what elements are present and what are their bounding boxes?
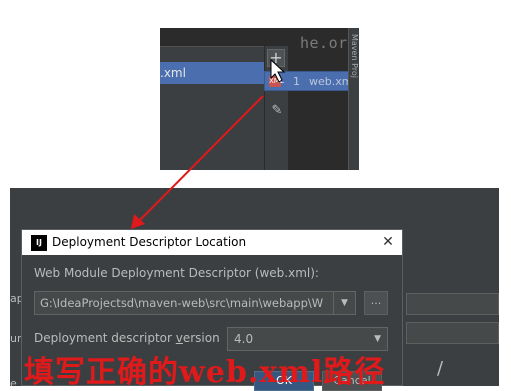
version-label-suffix: ersion [182, 331, 220, 345]
add-descriptor-button[interactable]: + [267, 49, 285, 67]
dialog-title: Deployment Descriptor Location [52, 235, 247, 249]
background-field [406, 322, 499, 344]
version-label-mnemonic: v [175, 331, 183, 345]
version-label-prefix: Deployment descriptor [34, 331, 176, 345]
close-icon[interactable]: ✕ [378, 230, 398, 255]
popup-item-number: 1 [293, 75, 300, 88]
intellij-app-icon: IJ [31, 235, 47, 251]
selected-descriptor-row[interactable]: .xml [160, 62, 264, 84]
add-descriptor-popup-item[interactable]: XML 1 web.xml [264, 71, 356, 91]
side-tool-window-strip[interactable]: Maven Proj [348, 28, 359, 170]
annotation-caption: 填写正确的web.xml路径 [24, 355, 386, 390]
background-field [406, 293, 499, 315]
browse-button[interactable]: ... [364, 291, 388, 315]
descriptor-version-combo[interactable]: 4.0 ▼ [227, 327, 388, 351]
pencil-edit-icon[interactable]: ✎ [270, 104, 284, 118]
background-label: e [10, 377, 17, 386]
descriptor-path-combo[interactable]: G:\IdeaProjectsd\maven-web\src\main\weba… [34, 291, 356, 315]
descriptor-path-value: G:\IdeaProjectsd\maven-web\src\main\weba… [40, 296, 324, 310]
side-tab-label: Maven Proj [350, 34, 359, 78]
annotation-trailing-text: / [437, 358, 444, 379]
descriptor-list [160, 84, 264, 170]
descriptor-version-label: Deployment descriptor version [34, 331, 220, 345]
chevron-down-icon: ▼ [374, 334, 381, 344]
descriptor-path-label: Web Module Deployment Descriptor (web.xm… [34, 266, 319, 280]
project-structure-panel-crop: he.org .xml + XML 1 web.xml ✎ Maven Proj [160, 28, 359, 170]
background-header [10, 188, 499, 215]
chevron-down-icon[interactable]: ▼ [333, 292, 355, 314]
xml-file-icon: XML [269, 76, 284, 87]
descriptor-version-value: 4.0 [234, 332, 254, 346]
background-label: ur [10, 332, 22, 345]
dialog-titlebar: IJ Deployment Descriptor Location ✕ [22, 230, 402, 255]
facet-list-header [160, 46, 264, 62]
editor-area [288, 46, 348, 170]
